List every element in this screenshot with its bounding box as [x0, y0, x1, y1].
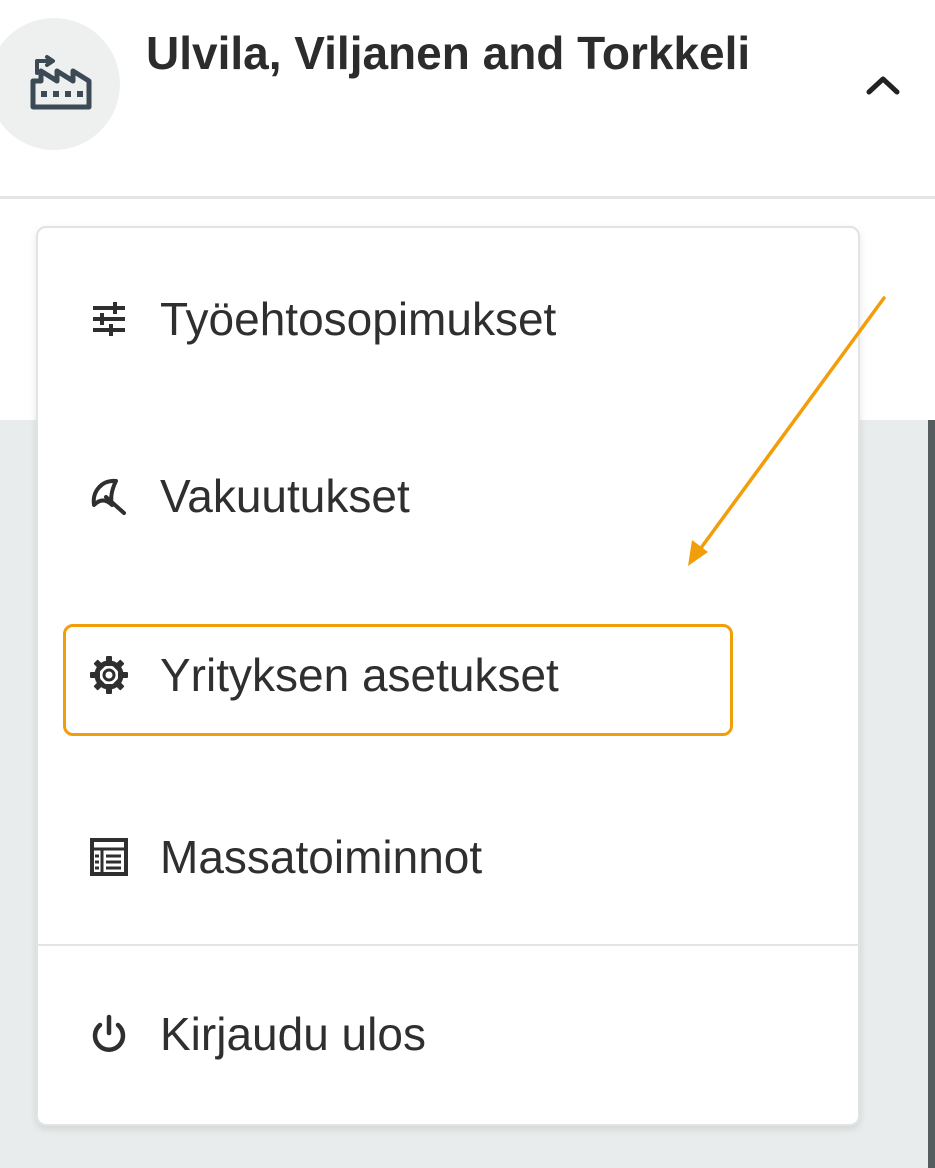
logout-button[interactable]: Kirjaudu ulos: [88, 999, 426, 1069]
sliders-icon: [88, 298, 130, 340]
table-icon: [88, 836, 130, 878]
menu-divider: [38, 944, 858, 946]
menu-item-label: Massatoiminnot: [160, 831, 483, 883]
menu-item-label: Työehtosopimukset: [160, 293, 557, 345]
factory-icon: [13, 51, 95, 118]
company-avatar: [0, 18, 120, 150]
collapse-menu-button[interactable]: [852, 62, 914, 112]
chevron-up-icon: [865, 74, 901, 101]
menu-item-label: Vakuutukset: [160, 470, 410, 522]
menu-item-massatoiminnot[interactable]: Massatoiminnot: [88, 822, 482, 892]
logout-label: Kirjaudu ulos: [160, 1008, 426, 1060]
page-scrollbar-edge: [928, 420, 935, 1168]
company-name: Ulvila, Viljanen and Torkkeli: [146, 27, 751, 79]
menu-item-tyoehtosopimukset[interactable]: Työehtosopimukset: [88, 284, 556, 354]
company-header: Ulvila, Viljanen and Torkkeli: [0, 0, 935, 199]
menu-item-vakuutukset[interactable]: Vakuutukset: [88, 461, 410, 531]
umbrella-icon: [88, 475, 130, 517]
annotation-highlight-box: [63, 624, 733, 736]
power-icon: [88, 1013, 130, 1055]
